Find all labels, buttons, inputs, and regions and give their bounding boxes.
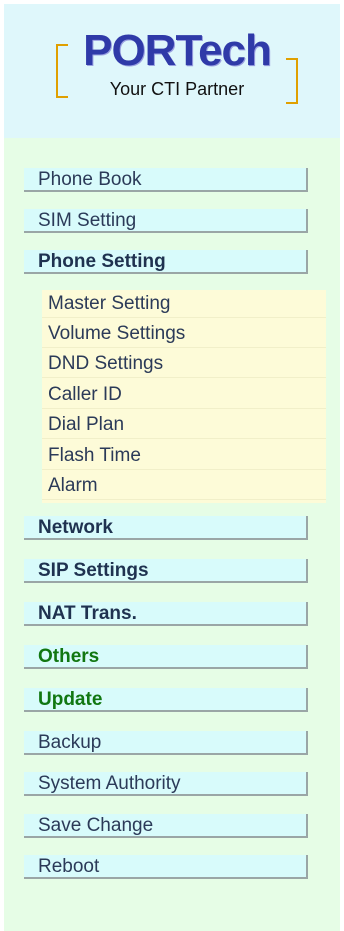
sidebar: PORTech Your CTI Partner Phone Book SIM … [4, 4, 340, 931]
submenu-dnd-settings[interactable]: DND Settings [42, 350, 326, 378]
phone-setting-submenu: Master Setting Volume Settings DND Setti… [42, 290, 326, 503]
logo-tagline: Your CTI Partner [109, 79, 245, 99]
menu-nat-trans[interactable]: NAT Trans. [24, 602, 308, 626]
menu-backup[interactable]: Backup [24, 731, 308, 755]
menu-update[interactable]: Update [24, 688, 308, 712]
logo-area: PORTech Your CTI Partner [4, 4, 340, 138]
menu-phone-book[interactable]: Phone Book [24, 168, 308, 192]
menu-reboot[interactable]: Reboot [24, 855, 308, 879]
submenu-alarm[interactable]: Alarm [42, 472, 326, 500]
menu-sim-setting[interactable]: SIM Setting [24, 209, 308, 233]
portech-logo: PORTech Your CTI Partner [54, 28, 300, 112]
submenu-master-setting[interactable]: Master Setting [42, 290, 326, 318]
submenu-caller-id[interactable]: Caller ID [42, 381, 326, 409]
submenu-volume-settings[interactable]: Volume Settings [42, 320, 326, 348]
menu-save-change[interactable]: Save Change [24, 814, 308, 838]
menu-phone-setting[interactable]: Phone Setting [24, 250, 308, 274]
submenu-flash-time[interactable]: Flash Time [42, 442, 326, 470]
menu-others[interactable]: Others [24, 645, 308, 669]
submenu-dial-plan[interactable]: Dial Plan [42, 411, 326, 439]
logo-title: PORTech [83, 26, 272, 75]
menu-system-authority[interactable]: System Authority [24, 772, 308, 796]
menu-sip-settings[interactable]: SIP Settings [24, 559, 308, 583]
menu-network[interactable]: Network [24, 516, 308, 540]
